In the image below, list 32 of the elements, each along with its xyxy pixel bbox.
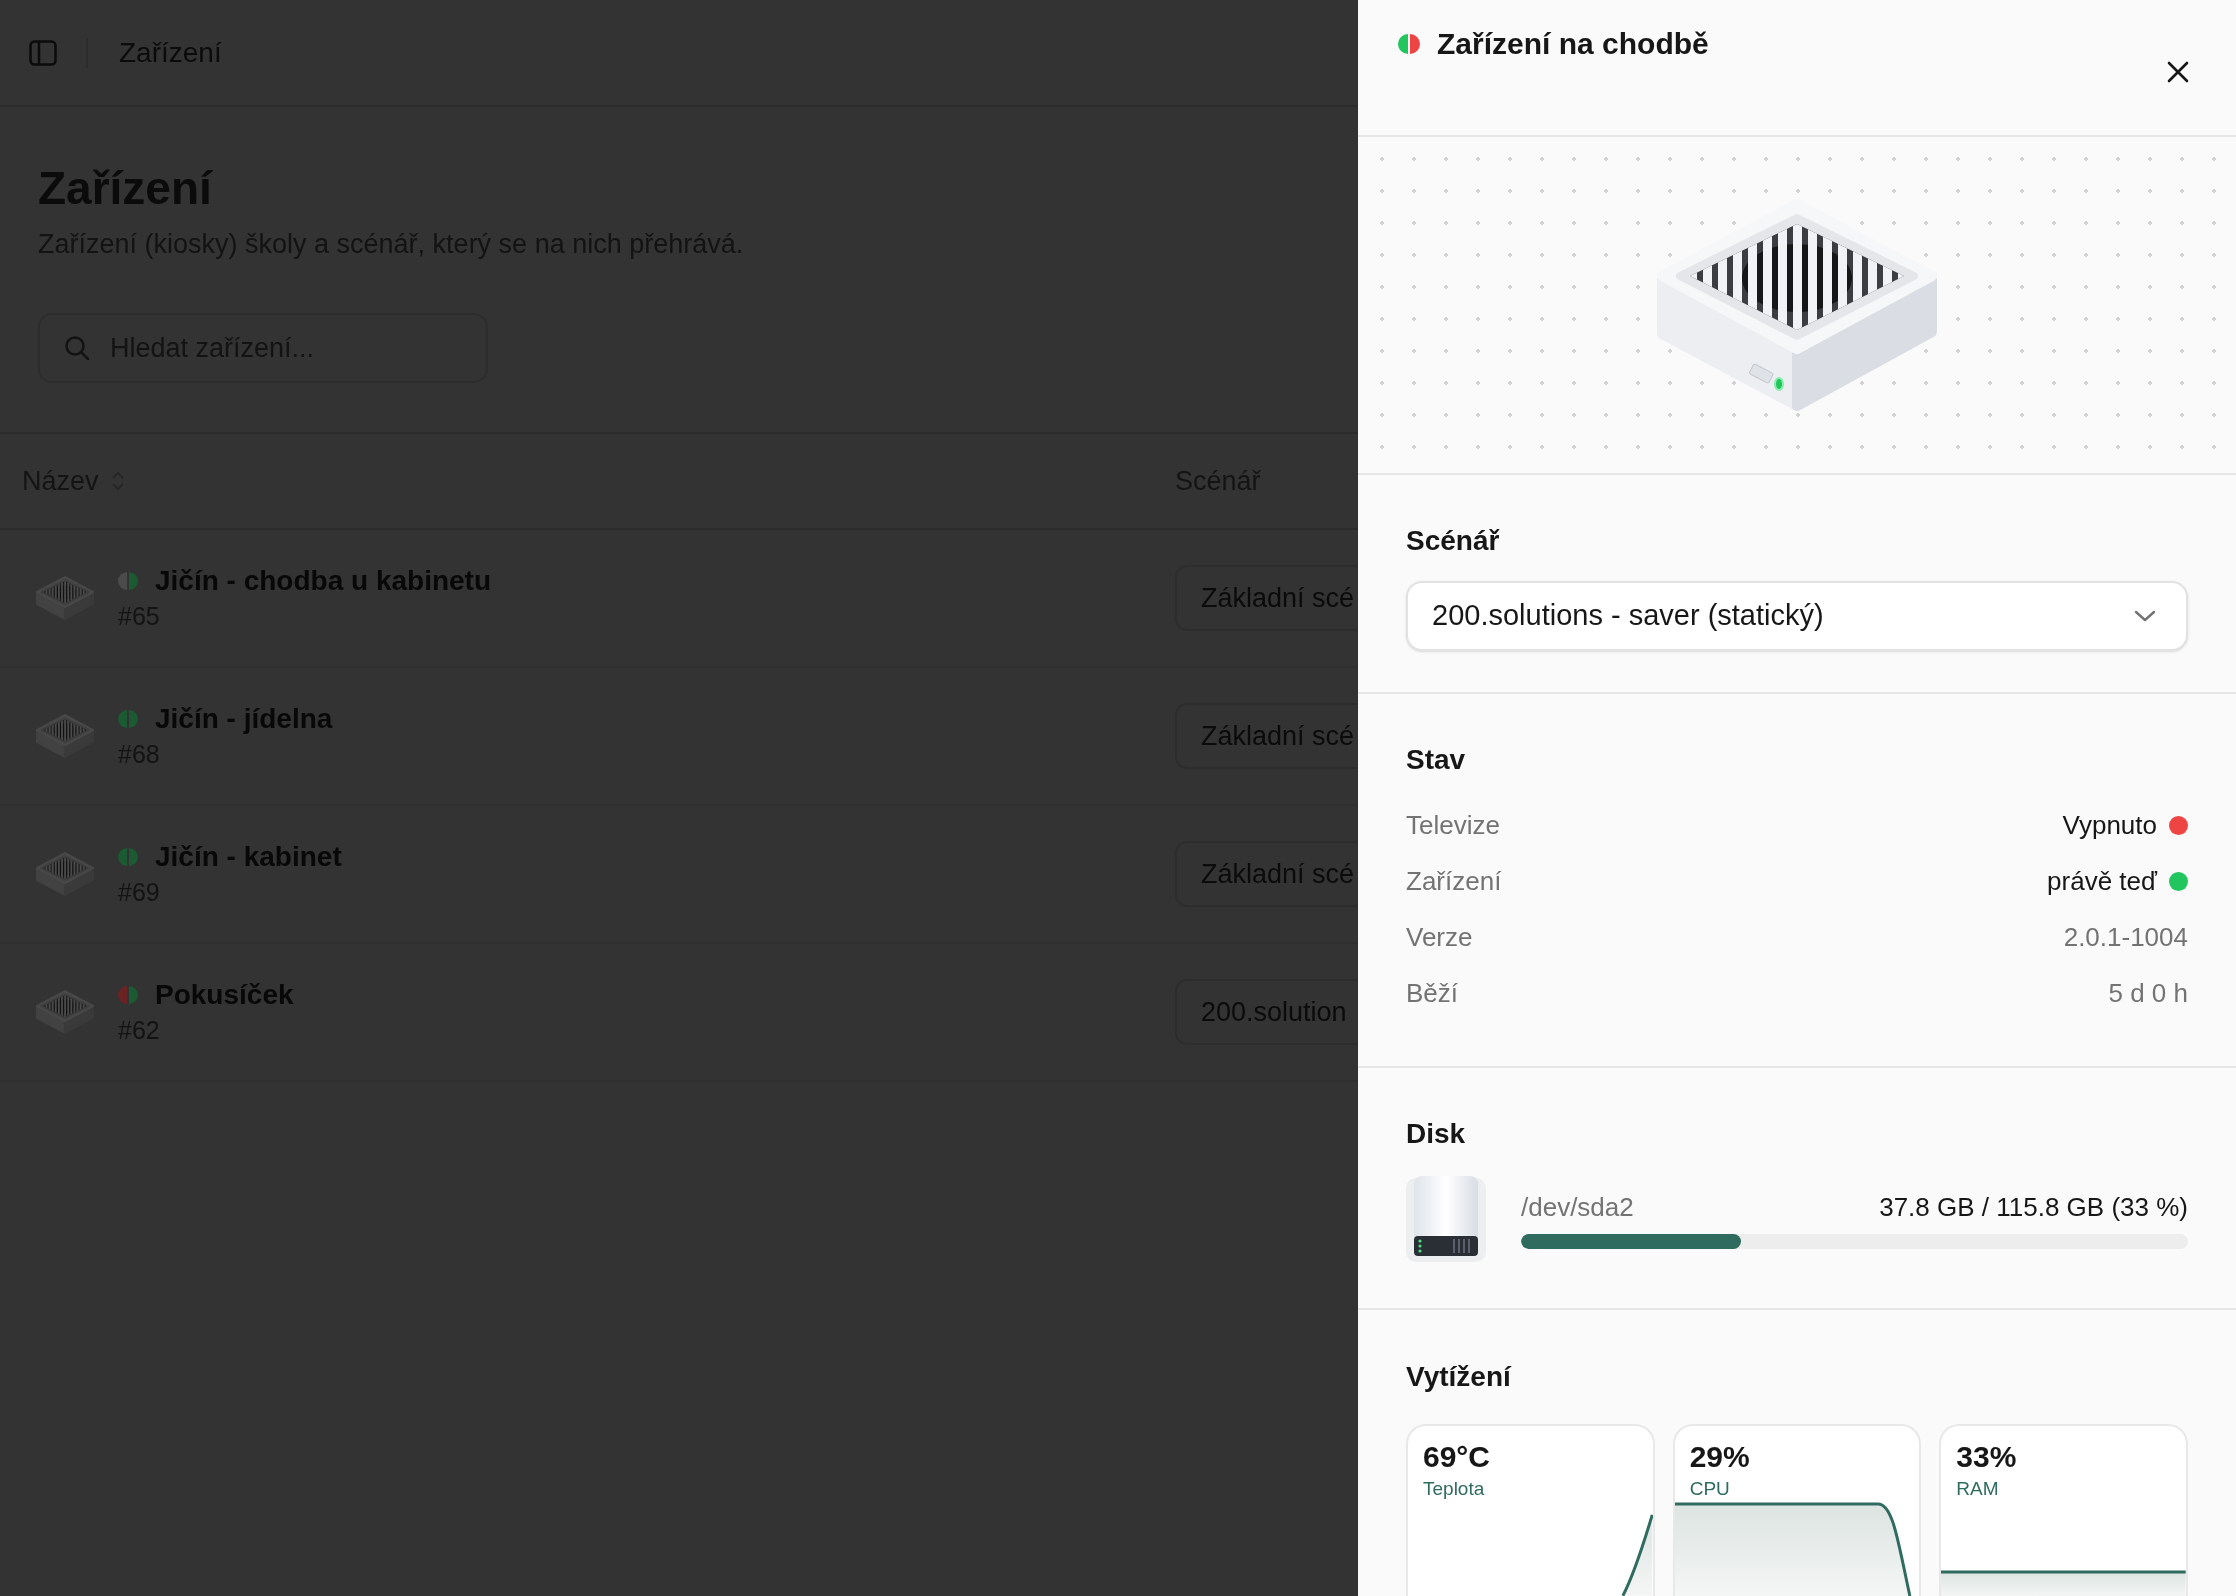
metric-label: CPU (1689, 1477, 1730, 1501)
hard-drive-icon (1406, 1176, 1486, 1262)
device-icon (35, 851, 95, 897)
status-label: Televize (1406, 808, 1500, 842)
metric-label: Teplota (1423, 1477, 1485, 1501)
disk-device: /dev/sda2 (1521, 1191, 1634, 1224)
status-label: Zařízení (1406, 864, 1502, 898)
section-heading: Disk (1406, 1117, 1466, 1151)
sidebar-toggle-button[interactable] (29, 38, 57, 67)
status-label: Verze (1406, 920, 1473, 954)
metric-value: 29% (1689, 1439, 1750, 1475)
status-value: 5 d 0 h (2108, 976, 2188, 1010)
device-icon (35, 989, 95, 1035)
section-heading: Vytížení (1406, 1360, 1511, 1394)
search-icon (64, 335, 90, 361)
close-icon (2166, 60, 2190, 84)
metric-value: 69°C (1423, 1439, 1491, 1475)
status-value: právě teď (2047, 864, 2157, 898)
section-heading: Stav (1406, 743, 1466, 777)
device-icon (35, 575, 95, 621)
device-icon (35, 713, 95, 759)
scenario-select[interactable]: 200.solutions - saver (statický) (1406, 581, 2188, 651)
chevron-down-icon (2134, 610, 2156, 622)
disk-usage: 37.8 GB / 115.8 GB (33 %) (1879, 1191, 2188, 1224)
metric-value: 33% (1956, 1439, 2017, 1475)
status-value: 2.0.1-1004 (2063, 920, 2188, 954)
metric-label: RAM (1956, 1477, 1999, 1501)
status-label: Běží (1406, 976, 1459, 1010)
section-heading: Scénář (1406, 524, 1500, 558)
status-value: Vypnuto (2062, 808, 2157, 842)
panel-title: Zařízení na chodbě (1437, 26, 1709, 62)
sidebar-icon (29, 39, 57, 66)
